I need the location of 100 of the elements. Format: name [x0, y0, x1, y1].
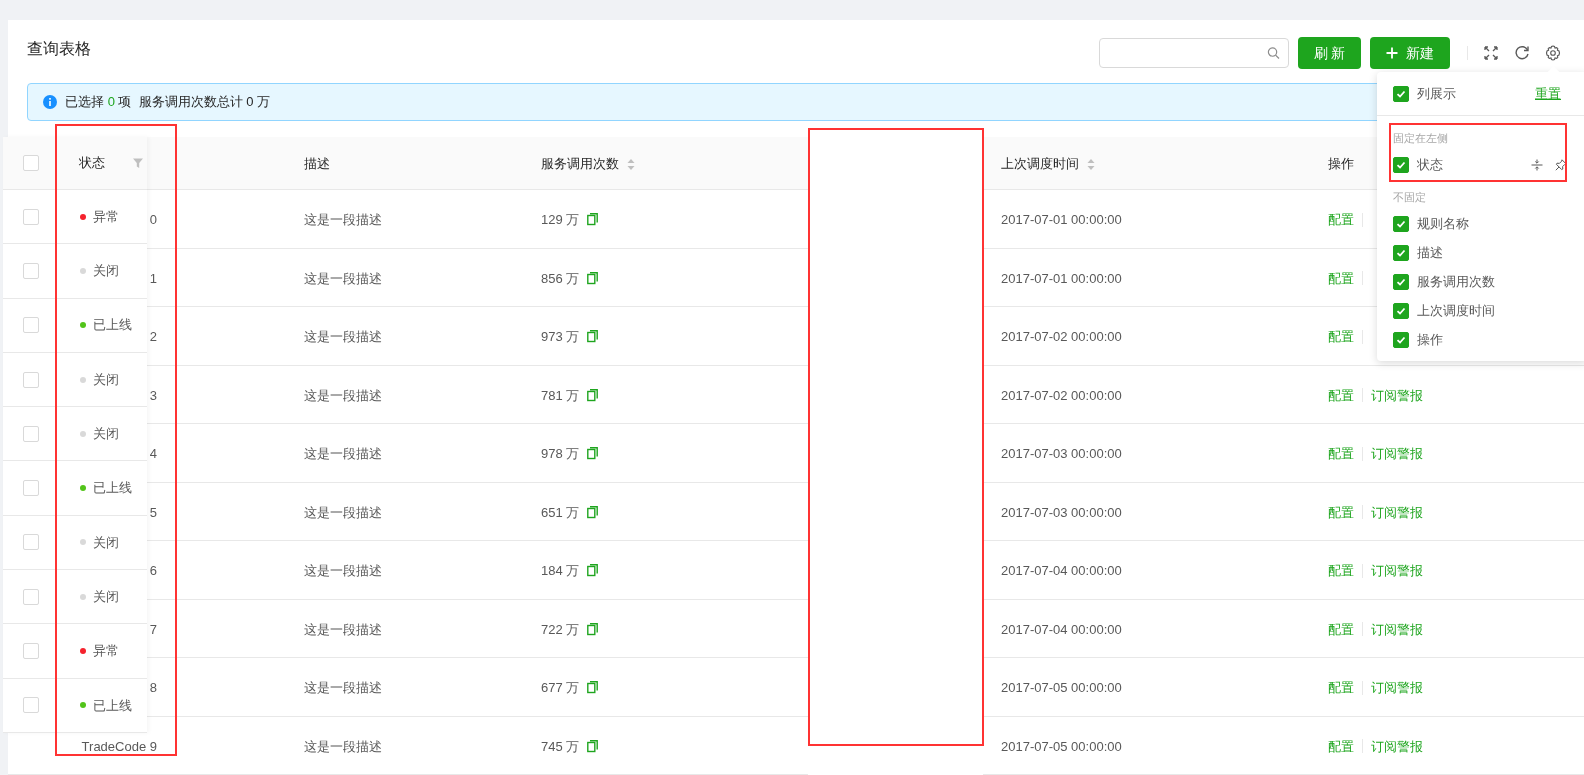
- status-label: 关闭: [93, 262, 119, 281]
- table-cell-text: 这是一段描述: [304, 737, 382, 756]
- table-cell-text: 973 万: [541, 328, 580, 346]
- column-header: 描述: [304, 155, 330, 174]
- table-cell-text: 6: [149, 562, 157, 580]
- subscribe-alert-link[interactable]: 订阅警报: [1371, 678, 1423, 698]
- column-header[interactable]: 服务调用次数: [541, 154, 619, 174]
- column-checkbox[interactable]: [1393, 244, 1409, 261]
- column-header[interactable]: 上次调度时间: [1001, 154, 1079, 174]
- subscribe-alert-link[interactable]: 订阅警报: [1371, 561, 1423, 581]
- column-checkbox[interactable]: [1393, 302, 1409, 319]
- table-cell-text: 8: [149, 679, 157, 697]
- copy-icon[interactable]: [587, 447, 599, 461]
- subscribe-alert-link[interactable]: 订阅警报: [1371, 736, 1423, 756]
- row-checkbox[interactable]: [22, 208, 39, 225]
- table-cell-text: 129 万: [541, 211, 580, 229]
- table-cell-text: 0: [149, 211, 157, 229]
- column-option[interactable]: 描述: [1417, 242, 1443, 263]
- filter-icon[interactable]: [133, 158, 143, 168]
- vertical-center-icon[interactable]: [1531, 158, 1543, 171]
- config-link[interactable]: 配置: [1328, 678, 1354, 698]
- search-field[interactable]: [1099, 38, 1289, 68]
- table-cell-text: 781 万: [541, 386, 580, 405]
- subscribe-alert-link[interactable]: 订阅警报: [1371, 502, 1423, 522]
- config-link[interactable]: 配置: [1328, 327, 1354, 347]
- column-checkbox[interactable]: [1393, 215, 1409, 232]
- plus-icon: [1386, 47, 1398, 59]
- row-checkbox[interactable]: [22, 425, 39, 442]
- table-cell-text: 这是一段描述: [304, 328, 382, 346]
- table-cell-text: 2: [149, 328, 157, 346]
- select-all-checkbox[interactable]: [22, 155, 39, 171]
- config-link[interactable]: 配置: [1328, 502, 1354, 522]
- reset-link[interactable]: 重置: [1535, 83, 1561, 104]
- settings-icon[interactable]: [1545, 45, 1561, 61]
- column-option[interactable]: 服务调用次数: [1417, 271, 1495, 292]
- copy-icon[interactable]: [587, 330, 599, 344]
- row-checkbox[interactable]: [22, 697, 39, 714]
- row-checkbox[interactable]: [22, 588, 39, 605]
- table-cell-text: 651 万: [541, 503, 580, 522]
- row-checkbox[interactable]: [22, 480, 39, 497]
- checkmark-icon: [1396, 88, 1406, 99]
- config-link[interactable]: 配置: [1328, 736, 1354, 756]
- refresh-button[interactable]: 刷 新: [1298, 37, 1361, 69]
- table-cell-text: 这是一段描述: [304, 620, 382, 639]
- table-cell-text: 677 万: [541, 679, 580, 697]
- copy-icon[interactable]: [587, 271, 599, 285]
- popover-title: 列展示: [1417, 84, 1456, 103]
- status-label: 已上线: [93, 696, 132, 715]
- config-link[interactable]: 配置: [1328, 268, 1354, 288]
- copy-icon[interactable]: [587, 681, 599, 695]
- copy-icon[interactable]: [587, 564, 599, 578]
- status-label: 关闭: [93, 533, 119, 552]
- create-button[interactable]: 新建: [1370, 37, 1450, 69]
- copy-icon[interactable]: [587, 622, 599, 636]
- show-all-checkbox[interactable]: [1393, 85, 1409, 102]
- row-checkbox[interactable]: [22, 371, 39, 388]
- column-option[interactable]: 状态: [1417, 154, 1443, 175]
- column-checkbox[interactable]: [1393, 156, 1409, 173]
- table-cell-text: 2017-07-05 00:00:00: [1001, 679, 1122, 697]
- status-label: 异常: [93, 642, 119, 661]
- column-checkbox[interactable]: [1393, 331, 1409, 348]
- config-link[interactable]: 配置: [1328, 444, 1354, 464]
- table-cell-text: 这是一段描述: [304, 679, 382, 697]
- table-cell-text: 这是一段描述: [304, 562, 382, 580]
- row-checkbox[interactable]: [22, 534, 39, 551]
- column-option[interactable]: 规则名称: [1417, 213, 1469, 234]
- subscribe-alert-link[interactable]: 订阅警报: [1371, 385, 1423, 405]
- copy-icon[interactable]: [587, 505, 599, 519]
- copy-icon[interactable]: [587, 739, 599, 753]
- copy-icon[interactable]: [587, 213, 599, 227]
- page-title: 查询表格: [27, 39, 91, 59]
- table-cell-text: 这是一段描述: [304, 211, 382, 229]
- checkmark-icon: [1396, 247, 1406, 258]
- row-checkbox[interactable]: [22, 643, 39, 659]
- column-option[interactable]: 操作: [1417, 329, 1443, 350]
- row-checkbox[interactable]: [22, 262, 39, 279]
- config-link[interactable]: 配置: [1328, 385, 1354, 405]
- table-cell-text: 这是一段描述: [304, 269, 382, 288]
- config-link[interactable]: 配置: [1328, 561, 1354, 581]
- status-label: 已上线: [93, 479, 132, 498]
- column-checkbox[interactable]: [1393, 273, 1409, 290]
- table-cell-text: 5: [149, 503, 157, 522]
- row-checkbox[interactable]: [22, 317, 39, 334]
- pin-icon[interactable]: [1555, 158, 1567, 171]
- checkmark-icon: [1396, 305, 1406, 316]
- reload-icon[interactable]: [1514, 45, 1530, 61]
- table-cell-text: 3: [149, 386, 157, 405]
- config-link[interactable]: 配置: [1328, 619, 1354, 639]
- table-cell-text: 2017-07-03 00:00:00: [1001, 503, 1122, 522]
- column-option[interactable]: 上次调度时间: [1417, 300, 1495, 321]
- fullscreen-icon[interactable]: [1484, 46, 1498, 60]
- subscribe-alert-link[interactable]: 订阅警报: [1371, 444, 1423, 464]
- table-cell-text: 7: [149, 620, 157, 639]
- table-cell-text: 2017-07-04 00:00:00: [1001, 562, 1122, 580]
- copy-icon[interactable]: [587, 388, 599, 402]
- subscribe-alert-link[interactable]: 订阅警报: [1371, 619, 1423, 639]
- table-cell-text: 2017-07-03 00:00:00: [1001, 445, 1122, 463]
- config-link[interactable]: 配置: [1328, 210, 1354, 230]
- table-cell-text: 2017-07-02 00:00:00: [1001, 386, 1122, 405]
- checkmark-icon: [1396, 276, 1406, 287]
